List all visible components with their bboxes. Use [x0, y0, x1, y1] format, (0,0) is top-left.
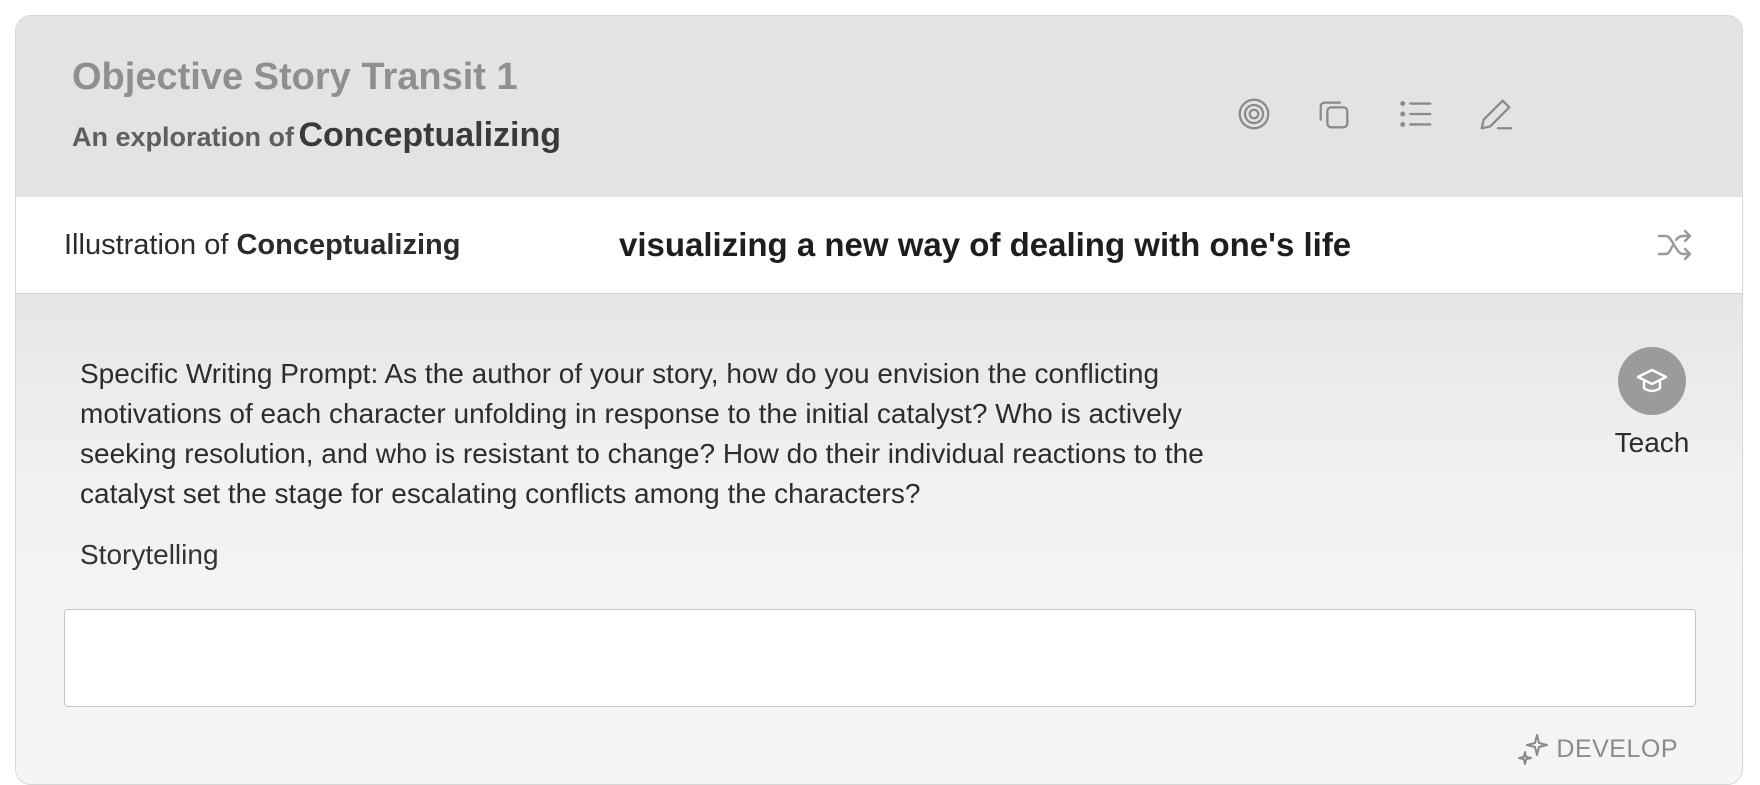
teach-label: Teach [1614, 427, 1690, 458]
graduation-cap-icon [1636, 368, 1668, 393]
card-title: Objective Story Transit 1 [72, 56, 518, 98]
teach-button[interactable]: Teach [1604, 347, 1700, 459]
list-icon[interactable] [1396, 94, 1436, 134]
storytelling-input[interactable] [64, 609, 1696, 707]
illustration-text: visualizing a new way of dealing with on… [619, 226, 1352, 263]
illustration-label: Illustration of Conceptualizing [64, 229, 460, 262]
teach-circle[interactable] [1618, 347, 1686, 415]
shuffle-icon[interactable] [1656, 227, 1694, 263]
illustration-label-prefix: Illustration of [64, 229, 229, 261]
copy-icon[interactable] [1314, 94, 1354, 134]
develop-label: DEVELOP [1556, 734, 1678, 763]
writing-prompt: Specific Writing Prompt: As the author o… [80, 358, 1204, 509]
illustration-bar: Illustration of Conceptualizing visualiz… [16, 197, 1742, 294]
card-subtitle: An exploration of Conceptualizing [72, 116, 561, 155]
edit-icon[interactable] [1476, 94, 1516, 134]
develop-button[interactable]: DEVELOP [1516, 732, 1678, 766]
prompt-section: Specific Writing Prompt: As the author o… [16, 294, 1742, 784]
target-icon[interactable] [1234, 94, 1274, 134]
subtitle-prefix: An exploration of [72, 122, 294, 152]
storytelling-label: Storytelling [80, 539, 219, 570]
story-card: Objective Story Transit 1 An exploration… [15, 15, 1743, 785]
card-header: Objective Story Transit 1 An exploration… [16, 16, 1742, 197]
illustration-label-topic: Conceptualizing [236, 229, 461, 261]
subtitle-topic: Conceptualizing [298, 116, 562, 154]
sparkle-icon [1518, 734, 1549, 765]
